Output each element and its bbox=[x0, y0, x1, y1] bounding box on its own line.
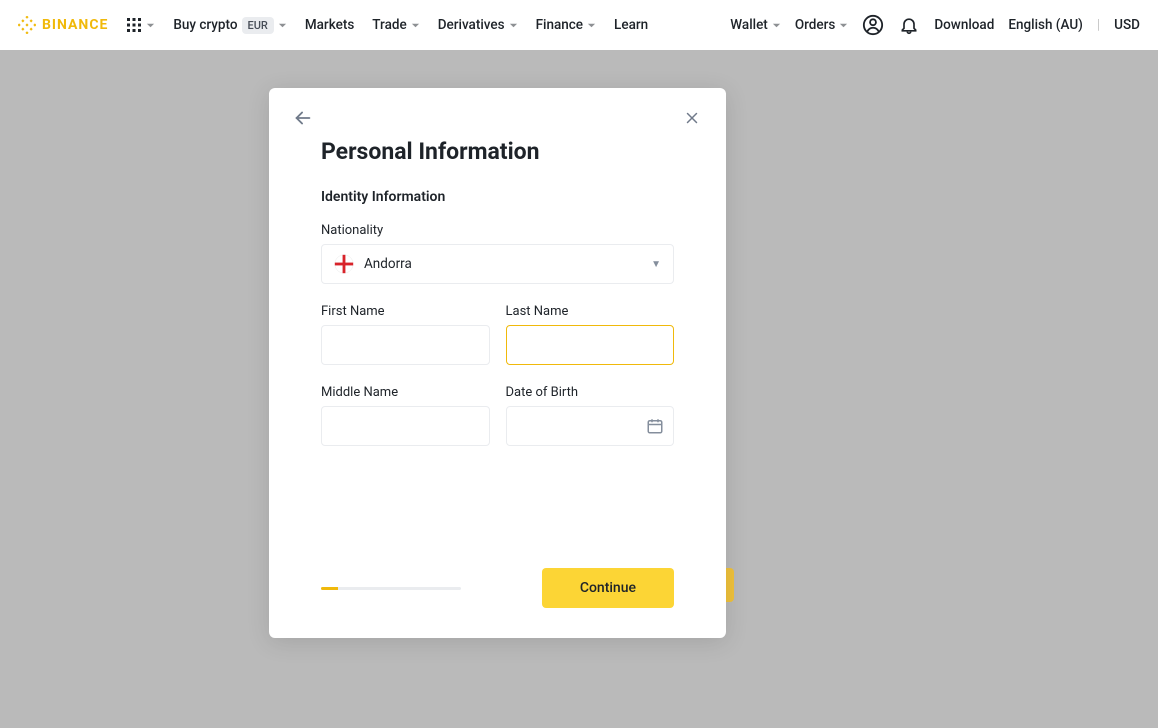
modal-footer: Continue bbox=[321, 568, 674, 608]
brand-logo[interactable]: BINANCE bbox=[18, 16, 108, 34]
continue-button[interactable]: Continue bbox=[542, 568, 674, 608]
brand-text: BINANCE bbox=[42, 17, 108, 33]
nav-derivatives-label: Derivatives bbox=[438, 17, 505, 33]
nav-markets[interactable]: Markets bbox=[305, 17, 354, 33]
nav-derivatives[interactable]: Derivatives bbox=[438, 17, 518, 33]
modal-header bbox=[289, 104, 706, 132]
chevron-down-icon bbox=[587, 21, 596, 30]
nav-finance-label: Finance bbox=[536, 17, 583, 33]
account-button[interactable] bbox=[862, 14, 884, 36]
arrow-left-icon bbox=[292, 107, 314, 129]
nav-download[interactable]: Download bbox=[934, 17, 994, 33]
first-name-label: First Name bbox=[321, 304, 490, 319]
close-button[interactable] bbox=[678, 104, 706, 132]
dob-input[interactable] bbox=[506, 406, 675, 446]
nav-trade[interactable]: Trade bbox=[372, 17, 419, 33]
nationality-select[interactable]: Andorra ▼ bbox=[321, 244, 674, 284]
chevron-down-icon: ▼ bbox=[651, 259, 661, 270]
nationality-value: Andorra bbox=[364, 256, 641, 272]
apps-grid-icon bbox=[126, 17, 142, 33]
modal-title: Personal Information bbox=[321, 138, 674, 165]
nav-currency[interactable]: USD bbox=[1114, 17, 1140, 33]
flag-icon bbox=[334, 254, 354, 274]
chevron-down-icon bbox=[839, 21, 848, 30]
last-name-input[interactable] bbox=[506, 325, 675, 365]
nav-markets-label: Markets bbox=[305, 17, 354, 33]
account-icon bbox=[862, 14, 884, 36]
apps-menu-button[interactable] bbox=[126, 17, 155, 33]
close-icon bbox=[683, 109, 701, 127]
nav-orders-label: Orders bbox=[795, 17, 836, 33]
binance-logo-icon bbox=[18, 16, 36, 34]
notifications-button[interactable] bbox=[898, 14, 920, 36]
nav-language-label: English (AU) bbox=[1008, 17, 1083, 33]
nav-buy-crypto-label: Buy crypto bbox=[173, 17, 237, 33]
middle-name-label: Middle Name bbox=[321, 385, 490, 400]
last-name-label: Last Name bbox=[506, 304, 675, 319]
nav-buy-crypto[interactable]: Buy crypto EUR bbox=[173, 17, 286, 34]
chevron-down-icon bbox=[411, 21, 420, 30]
dob-label: Date of Birth bbox=[506, 385, 675, 400]
first-name-input[interactable] bbox=[321, 325, 490, 365]
progress-bar bbox=[321, 587, 461, 590]
back-button[interactable] bbox=[289, 104, 317, 132]
nav-learn[interactable]: Learn bbox=[614, 17, 648, 33]
separator: | bbox=[1097, 17, 1100, 33]
bell-icon bbox=[899, 15, 919, 35]
chevron-down-icon bbox=[509, 21, 518, 30]
progress-fill bbox=[321, 587, 338, 590]
nav-right: Wallet Orders Download English (AU) bbox=[730, 14, 1140, 36]
section-title: Identity Information bbox=[321, 189, 674, 205]
nav-wallet[interactable]: Wallet bbox=[730, 17, 781, 33]
nav-language[interactable]: English (AU) bbox=[1008, 17, 1083, 33]
nationality-label: Nationality bbox=[321, 223, 674, 238]
chevron-down-icon bbox=[146, 21, 155, 30]
currency-badge: EUR bbox=[242, 17, 274, 34]
top-nav: BINANCE Buy crypto EUR Markets Trade Der… bbox=[0, 0, 1158, 50]
nav-orders[interactable]: Orders bbox=[795, 17, 849, 33]
middle-name-input[interactable] bbox=[321, 406, 490, 446]
nav-finance[interactable]: Finance bbox=[536, 17, 596, 33]
personal-info-modal: Personal Information Identity Informatio… bbox=[269, 88, 726, 638]
chevron-down-icon bbox=[772, 21, 781, 30]
nav-currency-label: USD bbox=[1114, 17, 1140, 33]
nav-learn-label: Learn bbox=[614, 17, 648, 33]
chevron-down-icon bbox=[278, 21, 287, 30]
nav-trade-label: Trade bbox=[372, 17, 406, 33]
nav-download-label: Download bbox=[934, 17, 994, 33]
nav-left: BINANCE Buy crypto EUR Markets Trade Der… bbox=[18, 16, 648, 34]
nav-wallet-label: Wallet bbox=[730, 17, 768, 33]
